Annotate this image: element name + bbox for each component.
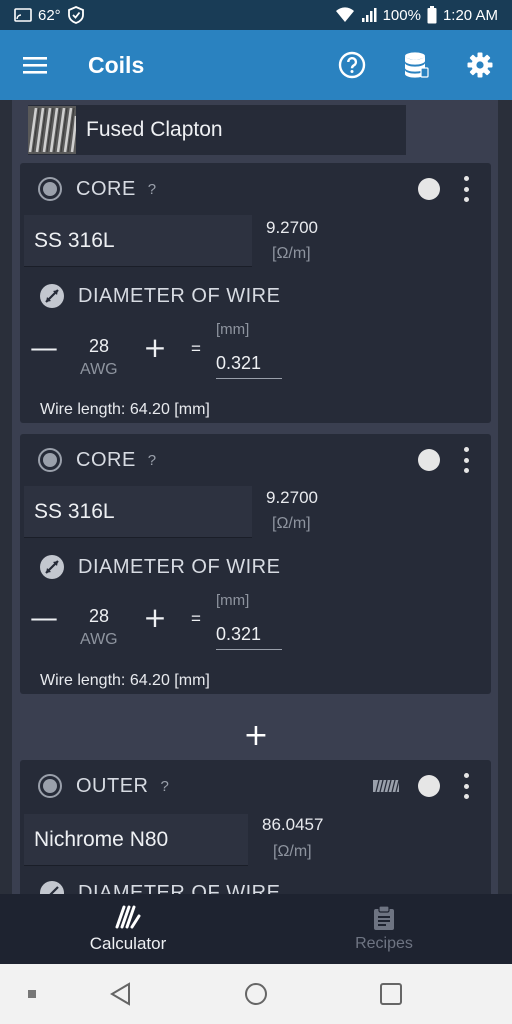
wire-select-radio[interactable]	[38, 448, 62, 472]
menu-icon	[23, 57, 47, 74]
overview-button[interactable]	[371, 964, 411, 1024]
battery-icon	[427, 6, 437, 24]
calculator-icon	[115, 905, 141, 929]
wire-type-help[interactable]: ?	[148, 181, 156, 198]
wire-type-label: OUTER	[76, 774, 149, 797]
dot-icon	[28, 990, 36, 998]
database-icon	[405, 52, 429, 78]
gauge-decrease-button[interactable]: —	[29, 331, 59, 364]
temperature-text: 62°	[38, 6, 61, 24]
more-options-icon[interactable]	[461, 773, 471, 799]
back-button[interactable]	[100, 964, 140, 1024]
screen-cast-icon	[14, 8, 32, 22]
nav-recipes-label: Recipes	[355, 935, 413, 952]
wire-color-swatch[interactable]	[418, 178, 440, 200]
coil-type-name: Fused Clapton	[86, 118, 223, 141]
resistance-unit: [Ω/m]	[272, 245, 311, 262]
material-select[interactable]: Nichrome N80	[24, 814, 248, 866]
settings-button[interactable]	[448, 30, 512, 100]
wire-card-outer: OUTER ? Nichrome N80 86.0457 [Ω/m] DIAME…	[20, 760, 491, 894]
gauge-value: 28	[89, 336, 110, 356]
coil-type-selector[interactable]: Fused Clapton	[28, 105, 406, 155]
wire-pattern-icon	[373, 780, 399, 792]
nav-calculator[interactable]: Calculator	[0, 894, 256, 964]
gauge-unit: AWG	[80, 631, 118, 648]
material-name: Nichrome N80	[34, 827, 169, 851]
battery-percent: 100%	[382, 6, 421, 24]
wire-color-swatch[interactable]	[418, 449, 440, 471]
resistance-value: 9.2700	[266, 218, 318, 237]
material-select[interactable]: SS 316L	[24, 486, 252, 538]
diameter-icon	[40, 284, 64, 308]
diameter-icon	[40, 555, 64, 579]
nav-calculator-label: Calculator	[89, 934, 167, 953]
material-name: SS 316L	[34, 228, 115, 252]
recipes-icon	[374, 905, 394, 930]
resistance-unit: [Ω/m]	[273, 843, 312, 860]
signal-icon	[361, 8, 377, 22]
wire-type-help[interactable]: ?	[161, 778, 169, 795]
equals-sign: =	[191, 609, 201, 628]
gauge-decrease-button[interactable]: —	[29, 601, 59, 634]
add-wire-button[interactable]: +	[0, 718, 512, 753]
gauge-increase-button[interactable]: +	[140, 601, 170, 634]
wire-card-core-1: CORE ? SS 316L 9.2700 [Ω/m] DIAMETER OF …	[20, 163, 491, 423]
wire-select-radio[interactable]	[38, 774, 62, 798]
mm-unit: [mm]	[216, 592, 250, 609]
wire-type-help[interactable]: ?	[148, 452, 156, 469]
wire-type-label: CORE	[76, 448, 136, 471]
mm-unit: [mm]	[216, 321, 250, 338]
home-button[interactable]	[236, 964, 276, 1024]
wire-card-core-2: CORE ? SS 316L 9.2700 [Ω/m] DIAMETER OF …	[20, 434, 491, 694]
wire-type-label: CORE	[76, 177, 136, 200]
help-icon	[338, 51, 366, 79]
resistance-value: 9.2700	[266, 488, 318, 507]
material-select[interactable]: SS 316L	[24, 215, 252, 267]
bottom-navigation: Calculator Recipes	[0, 894, 512, 964]
app-bar: Coils	[0, 30, 512, 100]
database-button[interactable]	[384, 30, 448, 100]
shield-icon	[67, 6, 84, 24]
more-options-icon[interactable]	[461, 447, 471, 473]
recent-dot-button[interactable]	[20, 964, 44, 1024]
gauge-value: 28	[89, 606, 110, 626]
diameter-label: DIAMETER OF WIRE	[78, 284, 281, 307]
wire-select-radio[interactable]	[38, 177, 62, 201]
wire-length-text: Wire length: 64.20 [mm]	[40, 401, 210, 418]
resistance-value: 86.0457	[262, 815, 324, 834]
home-icon	[245, 983, 267, 1005]
calculator-content[interactable]: Fused Clapton CORE ? SS 316L 9.2700 [Ω/m…	[0, 100, 512, 894]
system-navigation-bar	[0, 964, 512, 1024]
clock-text: 1:20 AM	[442, 6, 498, 24]
settings-icon	[467, 52, 493, 78]
resistance-unit: [Ω/m]	[272, 515, 311, 532]
wire-color-swatch[interactable]	[418, 775, 440, 797]
gauge-unit: AWG	[80, 361, 118, 378]
material-name: SS 316L	[34, 499, 115, 523]
page-title: Coils	[88, 51, 145, 78]
diameter-label: DIAMETER OF WIRE	[78, 881, 281, 895]
nav-recipes[interactable]: Recipes	[256, 894, 512, 964]
more-options-icon[interactable]	[461, 176, 471, 202]
menu-button[interactable]	[0, 30, 70, 100]
equals-sign: =	[191, 339, 201, 358]
coil-thumbnail	[28, 106, 76, 154]
wire-length-text: Wire length: 64.20 [mm]	[40, 672, 210, 689]
help-button[interactable]	[320, 30, 384, 100]
status-bar: 62° 100% 1:20 AM	[0, 0, 512, 30]
overview-icon	[380, 983, 402, 1005]
diameter-mm-input[interactable]: 0.321	[216, 353, 282, 379]
diameter-mm-input[interactable]: 0.321	[216, 624, 282, 650]
diameter-label: DIAMETER OF WIRE	[78, 555, 281, 578]
gauge-increase-button[interactable]: +	[140, 331, 170, 364]
diameter-icon	[40, 881, 64, 894]
wifi-icon	[335, 7, 354, 23]
back-icon	[110, 982, 130, 1006]
